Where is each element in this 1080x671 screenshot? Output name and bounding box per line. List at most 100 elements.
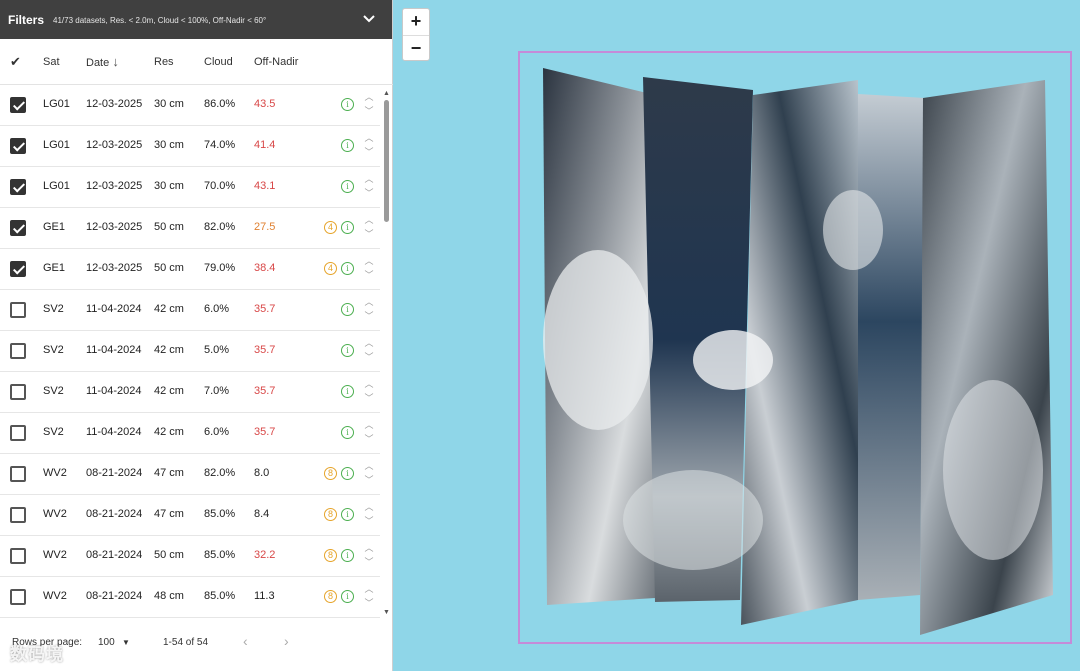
header-off-nadir[interactable]: Off-Nadir xyxy=(254,56,298,68)
row-checkbox[interactable] xyxy=(10,466,26,482)
cell-res: 42 cm xyxy=(154,303,184,315)
cell-date: 08-21-2024 xyxy=(86,590,143,602)
reorder-arrows-icon[interactable]: ︿ ﹀ xyxy=(363,418,375,448)
table-row[interactable]: WV2 08-21-2024 47 cm 85.0% 8.4 8 i ︿ ﹀ xyxy=(0,495,380,536)
filters-bar[interactable]: Filters 41/73 datasets, Res. < 2.0m, Clo… xyxy=(0,0,392,39)
table-row[interactable]: LG01 12-03-2025 30 cm 86.0% 43.5 i ︿ ﹀ xyxy=(0,85,380,126)
table-row[interactable]: GE1 12-03-2025 50 cm 82.0% 27.5 4 i ︿ ﹀ xyxy=(0,208,380,249)
info-icon[interactable]: i xyxy=(341,426,354,439)
cell-res: 47 cm xyxy=(154,508,184,520)
header-date[interactable]: Date ↓ xyxy=(86,54,119,69)
table-row[interactable]: WV2 08-21-2024 47 cm 82.0% 8.0 8 i ︿ ﹀ xyxy=(0,454,380,495)
sort-desc-icon: ↓ xyxy=(112,54,119,69)
table-row[interactable]: SV2 11-04-2024 42 cm 5.0% 35.7 i ︿ ﹀ xyxy=(0,331,380,372)
info-icon[interactable]: i xyxy=(341,303,354,316)
cell-date: 12-03-2025 xyxy=(86,98,143,110)
info-icon[interactable]: i xyxy=(341,467,354,480)
info-icon[interactable]: i xyxy=(341,139,354,152)
info-icon[interactable]: i xyxy=(341,344,354,357)
cell-sat: GE1 xyxy=(43,262,66,274)
warning-count-badge[interactable]: 4 xyxy=(324,221,337,234)
warning-count-badge[interactable]: 8 xyxy=(324,508,337,521)
cell-date: 11-04-2024 xyxy=(86,303,142,315)
row-checkbox[interactable] xyxy=(10,384,26,400)
warning-count-badge[interactable]: 4 xyxy=(324,262,337,275)
header-sat[interactable]: Sat xyxy=(43,56,60,68)
cell-sat: SV2 xyxy=(43,303,64,315)
table-row[interactable]: LG01 12-03-2025 30 cm 70.0% 43.1 i ︿ ﹀ xyxy=(0,167,380,208)
info-icon[interactable]: i xyxy=(341,221,354,234)
cell-sat: WV2 xyxy=(43,549,67,561)
reorder-arrows-icon[interactable]: ︿ ﹀ xyxy=(363,336,375,366)
reorder-arrows-icon[interactable]: ︿ ﹀ xyxy=(363,295,375,325)
row-checkbox[interactable] xyxy=(10,97,26,113)
warning-count-badge[interactable]: 8 xyxy=(324,467,337,480)
table-row[interactable]: WV2 08-21-2024 48 cm 85.0% 11.3 8 i ︿ ﹀ xyxy=(0,577,380,618)
reorder-arrows-icon[interactable]: ︿ ﹀ xyxy=(363,254,375,284)
reorder-arrows-icon[interactable]: ︿ ﹀ xyxy=(363,500,375,530)
scroll-thumb[interactable] xyxy=(384,100,389,222)
table-row[interactable]: WV2 08-21-2024 50 cm 85.0% 32.2 8 i ︿ ﹀ xyxy=(0,536,380,577)
reorder-arrows-icon[interactable]: ︿ ﹀ xyxy=(363,90,375,120)
row-checkbox[interactable] xyxy=(10,343,26,359)
header-date-label: Date xyxy=(86,57,110,69)
row-checkbox[interactable] xyxy=(10,548,26,564)
rows-per-page-caret-icon[interactable]: ▼ xyxy=(122,638,130,647)
table-row[interactable]: GE1 12-03-2025 50 cm 79.0% 38.4 4 i ︿ ﹀ xyxy=(0,249,380,290)
info-icon[interactable]: i xyxy=(341,385,354,398)
chevron-down-icon[interactable] xyxy=(362,12,376,26)
reorder-arrows-icon[interactable]: ︿ ﹀ xyxy=(363,377,375,407)
table-row[interactable]: SV2 11-04-2024 42 cm 6.0% 35.7 i ︿ ﹀ xyxy=(0,413,380,454)
map-view[interactable]: + − xyxy=(393,0,1080,671)
info-icon[interactable]: i xyxy=(341,180,354,193)
info-icon[interactable]: i xyxy=(341,98,354,111)
reorder-arrows-icon[interactable]: ︿ ﹀ xyxy=(363,582,375,612)
filters-title: Filters xyxy=(8,12,45,27)
cell-off-nadir: 8.0 xyxy=(254,467,270,479)
info-icon[interactable]: i xyxy=(341,590,354,603)
reorder-arrows-icon[interactable]: ︿ ﹀ xyxy=(363,213,375,243)
table-row[interactable]: LG01 12-03-2025 30 cm 74.0% 41.4 i ︿ ﹀ xyxy=(0,126,380,167)
row-checkbox[interactable] xyxy=(10,261,26,277)
zoom-in-button[interactable]: + xyxy=(403,9,429,35)
next-page-icon[interactable]: › xyxy=(284,633,289,649)
cell-off-nadir: 43.1 xyxy=(254,180,276,192)
table-scrollbar[interactable]: ▲ ▼ xyxy=(382,90,392,620)
prev-page-icon[interactable]: ‹ xyxy=(243,633,248,649)
zoom-control: + − xyxy=(402,8,430,61)
zoom-out-button[interactable]: − xyxy=(403,35,429,61)
row-checkbox[interactable] xyxy=(10,589,26,605)
row-checkbox[interactable] xyxy=(10,302,26,318)
row-checkbox[interactable] xyxy=(10,138,26,154)
scroll-down-icon[interactable]: ▼ xyxy=(383,609,390,616)
reorder-arrows-icon[interactable]: ︿ ﹀ xyxy=(363,172,375,202)
info-icon[interactable]: i xyxy=(341,549,354,562)
table-row[interactable]: SV2 11-04-2024 42 cm 7.0% 35.7 i ︿ ﹀ xyxy=(0,372,380,413)
rows-per-page-select[interactable]: 100 xyxy=(98,637,115,648)
scroll-up-icon[interactable]: ▲ xyxy=(383,90,390,97)
cell-date: 12-03-2025 xyxy=(86,180,143,192)
cell-cloud: 5.0% xyxy=(204,344,230,356)
row-checkbox[interactable] xyxy=(10,220,26,236)
cell-cloud: 85.0% xyxy=(204,508,236,520)
row-checkbox[interactable] xyxy=(10,179,26,195)
cell-sat: LG01 xyxy=(43,180,70,192)
row-checkbox[interactable] xyxy=(10,507,26,523)
cell-sat: SV2 xyxy=(43,426,64,438)
cell-cloud: 85.0% xyxy=(204,549,236,561)
header-res[interactable]: Res xyxy=(154,56,174,68)
warning-count-badge[interactable]: 8 xyxy=(324,590,337,603)
cell-cloud: 7.0% xyxy=(204,385,230,397)
table-row[interactable]: SV2 11-04-2024 42 cm 6.0% 35.7 i ︿ ﹀ xyxy=(0,290,380,331)
row-checkbox[interactable] xyxy=(10,425,26,441)
reorder-arrows-icon[interactable]: ︿ ﹀ xyxy=(363,541,375,571)
reorder-arrows-icon[interactable]: ︿ ﹀ xyxy=(363,131,375,161)
cell-cloud: 86.0% xyxy=(204,98,236,110)
header-cloud[interactable]: Cloud xyxy=(204,56,233,68)
select-all-checkbox[interactable]: ✔ xyxy=(10,54,21,70)
warning-count-badge[interactable]: 8 xyxy=(324,549,337,562)
reorder-arrows-icon[interactable]: ︿ ﹀ xyxy=(363,459,375,489)
info-icon[interactable]: i xyxy=(341,262,354,275)
info-icon[interactable]: i xyxy=(341,508,354,521)
cell-off-nadir: 41.4 xyxy=(254,139,276,151)
